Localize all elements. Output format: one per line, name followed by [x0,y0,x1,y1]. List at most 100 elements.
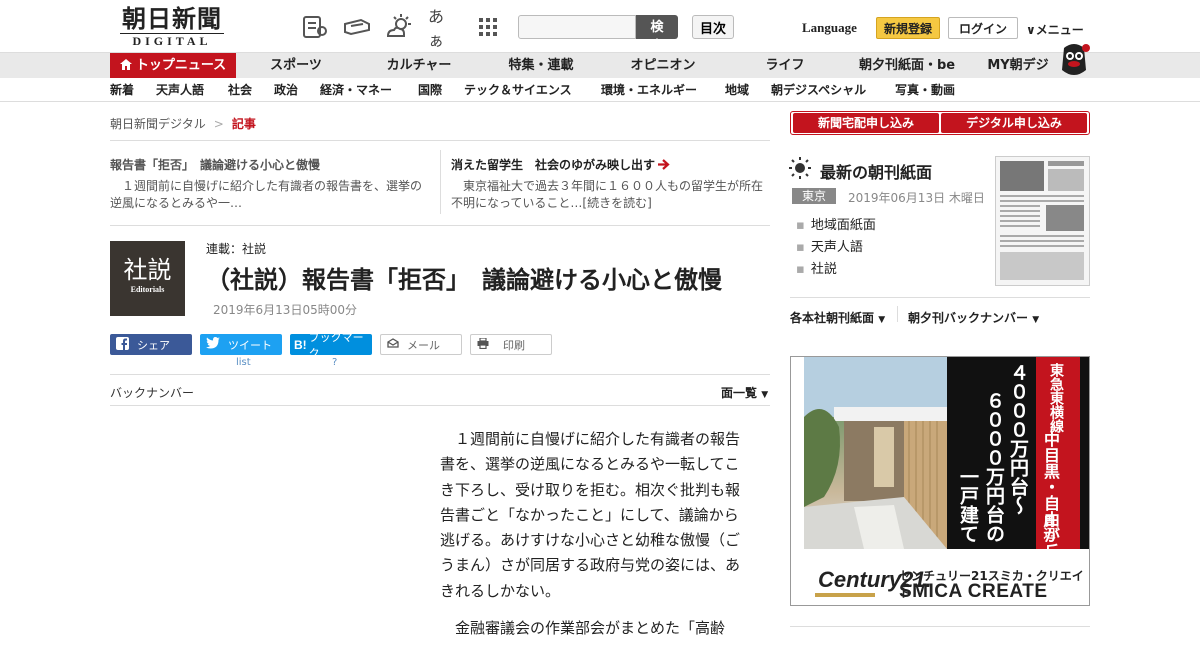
mail-icon [387,338,399,351]
site-logo[interactable]: 朝日新聞 DIGITAL [112,6,232,48]
ad-house: 一戸建て [957,467,979,543]
paper-link-region[interactable]: ▪ 地域面紙面 [796,214,876,233]
all-editions-label: 各本社朝刊紙面 [790,311,875,325]
home-icon [119,59,132,70]
subnav-international[interactable]: 国際 [418,78,442,102]
backnumber-dropdown[interactable]: 朝夕刊バックナンバー ▼ [908,309,1039,326]
ad-price-main: ４０００万円台～ [1007,363,1029,515]
shoes-icon[interactable] [342,12,372,42]
ad-house-photo [804,357,947,549]
facebook-share-button[interactable]: シェア [110,334,192,355]
breadcrumb: 朝日新聞デジタル > 記事 [110,115,256,132]
search-input[interactable] [518,15,636,39]
related-title-2[interactable]: 消えた留学生 社会のゆがみ映し出す [451,156,670,173]
article-paragraph: １週間前に自慢げに紹介した有識者の報告書を、選挙の逆風になるとみるや一転してこき… [440,430,741,600]
hatena-count-link[interactable]: ? [332,357,337,368]
mascot-icon[interactable] [1056,42,1092,80]
divider [897,306,898,322]
nav-top-news[interactable]: トップニュース [110,53,236,79]
divider [790,626,1090,627]
article-paragraph: 金融審議会の作業部会がまとめた「高齢 [455,619,726,638]
divider [110,225,770,226]
series-label[interactable]: 連載：社説 [206,240,266,257]
related-title-2-text: 消えた留学生 社会のゆがみ映し出す [451,158,656,172]
newspaper-icon[interactable] [300,12,330,42]
paper-link-tenseijingo[interactable]: ▪ 天声人語 [796,236,863,255]
subnav-tenseijingo[interactable]: 天声人語 [156,78,204,102]
nav-features[interactable]: 特集・連載 [500,53,582,79]
paper-link-label: 地域面紙面 [810,218,876,233]
nav-paper[interactable]: 朝夕刊紙面・be [854,53,960,79]
paper-link-label: 社説 [810,262,837,277]
divider [110,140,770,141]
caret-down-icon: ▼ [1032,315,1040,325]
editorial-image: 社説 Editorials [110,241,185,316]
related-title-1[interactable]: 報告書「拒否」 議論避ける小心と傲慢 [110,156,320,173]
ad-area: 周辺 [1042,515,1056,539]
nav-sports[interactable]: スポーツ [258,53,334,79]
site-header: 朝日新聞 DIGITAL あぁ 検 索 目次 Language 新規登録 ログイ… [0,0,1200,54]
subnav-photo[interactable]: 写真・動画 [895,78,955,102]
region-badge: 東京 [792,188,836,204]
menu-link[interactable]: ∨メニュー [1026,21,1084,38]
subnav-new[interactable]: 新着 [110,78,134,102]
breadcrumb-home[interactable]: 朝日新聞デジタル [110,117,206,131]
issue-date: 2019年06月13日 木曜日 [848,191,985,205]
main-nav: トップニュース スポーツ カルチャー 特集・連載 オピニオン ライフ 朝夕刊紙面… [0,52,1200,79]
subnav-region[interactable]: 地域 [725,78,749,102]
backnumber-link[interactable]: バックナンバー [110,384,194,401]
arrow-right-icon [658,159,670,170]
bullet-icon: ▪ [796,218,805,233]
font-size-icon[interactable]: あぁ [428,7,458,50]
all-editions-dropdown[interactable]: 各本社朝刊紙面 ▼ [790,309,885,326]
backnumber-dropdown-label: 朝夕刊バックナンバー [908,311,1029,325]
breadcrumb-current: 記事 [231,117,256,131]
subnav-special[interactable]: 朝デジスペシャル [771,78,866,102]
print-button[interactable]: 印刷 [470,334,552,355]
page-list-label: 面一覧 [721,386,758,400]
paper-link-editorial[interactable]: ▪ 社説 [796,258,837,277]
nav-opinion[interactable]: オピニオン [622,53,704,79]
breadcrumb-separator: > [213,117,224,131]
twitter-list-link[interactable]: list [236,357,251,368]
twitter-share-button[interactable]: ツイート [200,334,282,355]
search-button[interactable]: 検 索 [636,15,678,54]
weather-icon[interactable] [384,12,414,42]
divider [110,405,770,406]
logo-kanji: 朝日新聞 [122,4,222,33]
caret-down-icon: ▼ [761,390,769,400]
ad-price-sub: ６０００万円台の [983,391,1005,543]
ad-station-text: 中目黒・自由が丘駅 [1041,431,1060,575]
nav-life[interactable]: ライフ [757,53,813,79]
toc-button[interactable]: 目次 [692,15,734,39]
mail-button[interactable]: メール [380,334,462,355]
editorial-image-text: 社説 [123,256,172,284]
subnav-tech[interactable]: テック＆サイエンス [464,78,572,102]
subnav-society[interactable]: 社会 [228,78,252,102]
print-label: 印刷 [503,338,525,352]
article-title: （社説）報告書「拒否」 議論避ける小心と傲慢 [206,266,722,294]
nav-culture[interactable]: カルチャー [376,53,462,79]
login-button[interactable]: ログイン [948,17,1018,39]
ad-logo-underline [815,593,875,597]
ad-brand-en: SMICA CREATE [899,581,1048,602]
subnav-environment[interactable]: 環境・エネルギー [601,78,697,102]
hatena-bookmark-button[interactable]: B! ブックマーク [290,331,372,360]
advertisement[interactable]: 東急東横線 中目黒・自由が丘駅 周辺 ４０００万円台～ ６０００万円台の 一戸建… [790,356,1090,606]
grid-icon[interactable] [473,12,503,42]
caret-down-icon: ▼ [878,315,886,325]
language-link[interactable]: Language [802,20,857,36]
sun-icon [789,157,811,183]
bullet-icon: ▪ [796,240,805,255]
subnav-politics[interactable]: 政治 [274,78,298,102]
newspaper-thumbnail[interactable] [995,156,1090,286]
register-button[interactable]: 新規登録 [876,17,940,39]
divider [110,374,770,375]
subnav-economy[interactable]: 経済・マネー [320,78,392,102]
facebook-share-label: シェア [137,338,170,352]
subscribe-home-button[interactable]: 新聞宅配申し込み [793,113,939,133]
subscribe-digital-button[interactable]: デジタル申し込み [941,113,1087,133]
related-summary-2[interactable]: 東京福祉大で過去３年間に１６００人もの留学生が所在不明になっていること…[続きを… [451,178,769,212]
page-list-dropdown[interactable]: 面一覧 ▼ [721,384,768,401]
nav-my-asadigi[interactable]: MY朝デジ [980,53,1056,79]
